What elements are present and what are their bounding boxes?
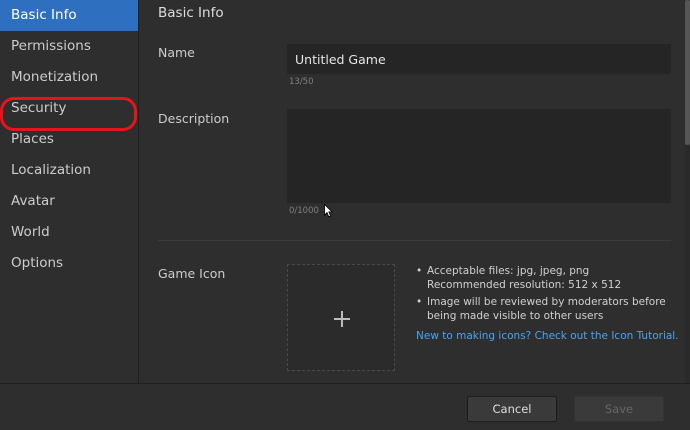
sidebar-item-security[interactable]: Security: [0, 93, 138, 124]
info-item-file-types: Acceptable files: jpg, jpeg, png Recomme…: [415, 264, 685, 292]
sidebar-item-monetization[interactable]: Monetization: [0, 62, 138, 93]
icon-requirements-list: Acceptable files: jpg, jpeg, png Recomme…: [415, 264, 685, 326]
section-divider: [158, 240, 671, 241]
mouse-cursor-icon: [324, 204, 334, 218]
sidebar-item-permissions[interactable]: Permissions: [0, 31, 138, 62]
info-text-file-types: Acceptable files: jpg, jpeg, png: [427, 265, 590, 277]
sidebar-item-places[interactable]: Places: [0, 124, 138, 155]
sidebar-item-localization[interactable]: Localization: [0, 155, 138, 186]
sidebar-item-avatar[interactable]: Avatar: [0, 186, 138, 217]
game-icon-label: Game Icon: [158, 266, 226, 281]
sidebar-item-options[interactable]: Options: [0, 248, 138, 279]
sidebar-item-basic-info[interactable]: Basic Info: [0, 0, 138, 31]
game-icon-upload[interactable]: [287, 264, 395, 371]
icon-tutorial-link[interactable]: New to making icons? Check out the Icon …: [416, 330, 679, 342]
vertical-scrollbar[interactable]: [685, 0, 690, 383]
basic-info-panel: Basic Info Name 13/50 Description 0/1000…: [140, 0, 690, 383]
description-char-counter: 0/1000: [289, 206, 319, 216]
plus-icon: [334, 311, 350, 327]
name-label: Name: [158, 45, 195, 60]
name-char-counter: 13/50: [289, 77, 314, 87]
dialog-footer: Cancel Save: [0, 383, 690, 430]
sidebar-item-world[interactable]: World: [0, 217, 138, 248]
info-text-resolution: Recommended resolution: 512 x 512: [427, 279, 622, 291]
description-label: Description: [158, 111, 230, 126]
info-item-moderation: Image will be reviewed by moderators bef…: [415, 295, 685, 323]
page-title: Basic Info: [158, 5, 224, 21]
description-textarea[interactable]: [287, 109, 671, 203]
settings-sidebar: Basic Info Permissions Monetization Secu…: [0, 0, 139, 383]
cancel-button[interactable]: Cancel: [467, 396, 557, 422]
name-input[interactable]: [287, 44, 671, 74]
save-button[interactable]: Save: [574, 396, 664, 422]
scrollbar-thumb[interactable]: [685, 0, 690, 145]
